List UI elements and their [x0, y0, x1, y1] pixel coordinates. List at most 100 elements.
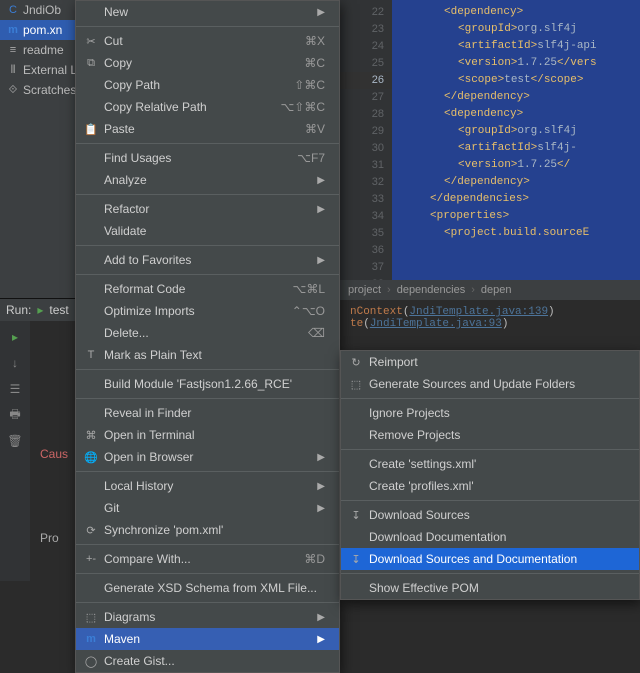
menu-label: Copy Relative Path: [104, 100, 207, 114]
run-toolbar[interactable]: ▸ ↓ ☰ 🖶 🗑: [0, 321, 30, 581]
menu-item[interactable]: Create 'profiles.xml': [341, 475, 639, 497]
menu-item[interactable]: Generate XSD Schema from XML File...: [76, 577, 339, 599]
crumb[interactable]: project: [348, 284, 381, 296]
menu-item[interactable]: Delete...⌫: [76, 322, 339, 344]
menu-item[interactable]: 📋Paste⌘V: [76, 118, 339, 140]
tree-item[interactable]: ⫴External L: [0, 60, 75, 80]
sync-icon: ⟳: [83, 522, 99, 538]
shortcut: ⌘D: [280, 552, 325, 566]
menu-label: Mark as Plain Text: [104, 348, 202, 362]
menu-label: Add to Favorites: [104, 253, 191, 267]
shortcut: ⌘X: [281, 34, 325, 48]
menu-item[interactable]: Local History▶: [76, 475, 339, 497]
submenu-arrow-icon: ▶: [293, 452, 325, 463]
menu-item[interactable]: Show Effective POM: [341, 577, 639, 599]
breadcrumb[interactable]: project›dependencies›depen: [340, 280, 640, 300]
menu-item[interactable]: Create 'settings.xml': [341, 453, 639, 475]
text-icon: T: [83, 347, 99, 363]
gh-icon: ◯: [83, 653, 99, 669]
menu-item[interactable]: ⬚Generate Sources and Update Folders: [341, 373, 639, 395]
mvn-icon: m: [6, 23, 20, 37]
menu-label: Generate Sources and Update Folders: [369, 377, 575, 391]
menu-label: Download Sources and Documentation: [369, 552, 577, 566]
menu-label: Copy Path: [104, 78, 160, 92]
context-menu[interactable]: New▶✂Cut⌘X⧉Copy⌘CCopy Path⇧⌘CCopy Relati…: [75, 0, 340, 673]
print-icon[interactable]: 🖶: [7, 407, 23, 423]
menu-item[interactable]: 🌐Open in Browser▶: [76, 446, 339, 468]
run-config-name[interactable]: test: [49, 303, 68, 317]
menu-item[interactable]: Copy Relative Path ⌥⇧⌘C: [76, 96, 339, 118]
tree-item[interactable]: mpom.xn: [0, 20, 75, 40]
submenu-arrow-icon: ▶: [293, 255, 325, 266]
menu-item[interactable]: ↻Reimport: [341, 351, 639, 373]
menu-item[interactable]: Optimize Imports⌃⌥O: [76, 300, 339, 322]
menu-item[interactable]: Download Documentation: [341, 526, 639, 548]
tree-item[interactable]: CJndiOb: [0, 0, 75, 20]
menu-label: Validate: [104, 224, 146, 238]
menu-item[interactable]: T Mark as Plain Text: [76, 344, 339, 366]
menu-label: Create 'profiles.xml': [369, 479, 474, 493]
menu-label: Build Module 'Fastjson1.2.66_RCE': [104, 377, 292, 391]
menu-item[interactable]: mMaven▶: [76, 628, 339, 650]
menu-item[interactable]: Analyze▶: [76, 169, 339, 191]
tree-label: External L: [23, 63, 75, 77]
shortcut: ⌃⌥O: [268, 304, 325, 318]
menu-item[interactable]: ⌘ Open in Terminal: [76, 424, 339, 446]
menu-item[interactable]: Reveal in Finder: [76, 402, 339, 424]
menu-label: Synchronize 'pom.xml': [104, 523, 223, 537]
shortcut: ⌥F7: [273, 151, 325, 165]
link[interactable]: JndiTemplate.java:93: [370, 318, 502, 330]
menu-item[interactable]: ↧Download Sources and Documentation: [341, 548, 639, 570]
maven-submenu[interactable]: ↻Reimport⬚Generate Sources and Update Fo…: [340, 350, 640, 600]
menu-label: Remove Projects: [369, 428, 460, 442]
menu-label: Maven: [104, 632, 140, 646]
submenu-arrow-icon: ▶: [293, 503, 325, 514]
shortcut: ⌘V: [281, 122, 325, 136]
menu-label: Delete...: [104, 326, 149, 340]
menu-item[interactable]: ⟳ Synchronize 'pom.xml': [76, 519, 339, 541]
tree-label: readme: [23, 43, 64, 57]
menu-item[interactable]: Build Module 'Fastjson1.2.66_RCE': [76, 373, 339, 395]
menu-label: Download Documentation: [369, 530, 506, 544]
menu-item[interactable]: Refactor▶: [76, 198, 339, 220]
menu-label: Find Usages: [104, 151, 171, 165]
menu-item[interactable]: Find Usages ⌥F7: [76, 147, 339, 169]
menu-item[interactable]: +‑Compare With...⌘D: [76, 548, 339, 570]
menu-item[interactable]: Remove Projects: [341, 424, 639, 446]
mvn-icon: m: [83, 631, 99, 647]
menu-item[interactable]: Copy Path⇧⌘C: [76, 74, 339, 96]
rerun-icon[interactable]: ▸: [7, 329, 23, 345]
menu-label: Show Effective POM: [369, 581, 479, 595]
menu-item[interactable]: Ignore Projects: [341, 402, 639, 424]
menu-label: Paste: [104, 122, 135, 136]
stop-icon[interactable]: ↓: [7, 355, 23, 371]
menu-item[interactable]: ◯Create Gist...: [76, 650, 339, 672]
menu-item[interactable]: ⬚Diagrams▶: [76, 606, 339, 628]
term-icon: ⌘: [83, 427, 99, 443]
menu-item[interactable]: Add to Favorites ▶: [76, 249, 339, 271]
menu-item[interactable]: Git▶: [76, 497, 339, 519]
link[interactable]: JndiTemplate.java:139: [409, 306, 548, 318]
tree-label: pom.xn: [23, 23, 62, 37]
menu-item[interactable]: New▶: [76, 1, 339, 23]
crumb[interactable]: dependencies: [397, 284, 466, 296]
tree-item[interactable]: ⟐Scratches: [0, 80, 75, 100]
crumb[interactable]: depen: [481, 284, 512, 296]
trash-icon[interactable]: 🗑: [7, 433, 23, 449]
menu-item[interactable]: ✂Cut⌘X: [76, 30, 339, 52]
submenu-arrow-icon: ▶: [293, 481, 325, 492]
layout-icon[interactable]: ☰: [7, 381, 23, 397]
menu-item[interactable]: ↧Download Sources: [341, 504, 639, 526]
diff-icon: +‑: [83, 551, 99, 567]
tree-item[interactable]: ≡readme: [0, 40, 75, 60]
menu-label: Diagrams: [104, 610, 155, 624]
scr-icon: ⟐: [6, 83, 20, 97]
menu-label: Open in Terminal: [104, 428, 195, 442]
copy-icon: ⧉: [83, 55, 99, 71]
code-area[interactable]: <dependency><groupId>org.slf4j<artifactI…: [392, 0, 640, 280]
menu-item[interactable]: ⧉Copy⌘C: [76, 52, 339, 74]
shortcut: ⌥⇧⌘C: [256, 100, 325, 114]
project-tree[interactable]: CJndiObmpom.xn≡readme⫴External L⟐Scratch…: [0, 0, 75, 300]
menu-item[interactable]: Reformat Code⌥⌘L: [76, 278, 339, 300]
menu-item[interactable]: Validate: [76, 220, 339, 242]
